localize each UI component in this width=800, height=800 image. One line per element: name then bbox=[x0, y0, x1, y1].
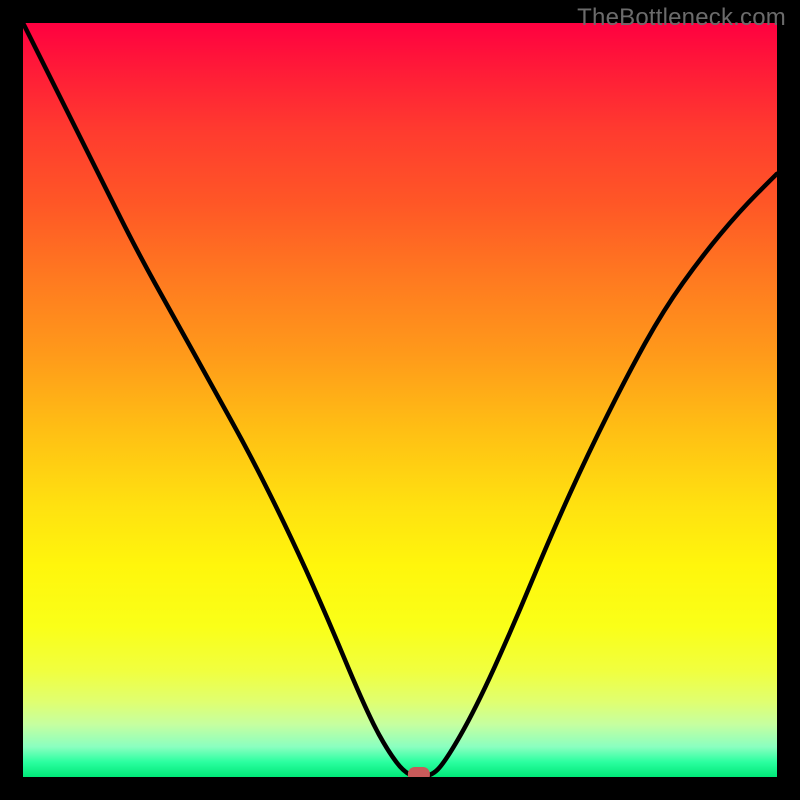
chart-svg bbox=[23, 23, 777, 777]
optimal-marker bbox=[408, 767, 430, 777]
bottleneck-curve bbox=[23, 23, 777, 777]
watermark-label: TheBottleneck.com bbox=[577, 4, 786, 32]
chart-frame: TheBottleneck.com bbox=[0, 0, 800, 800]
